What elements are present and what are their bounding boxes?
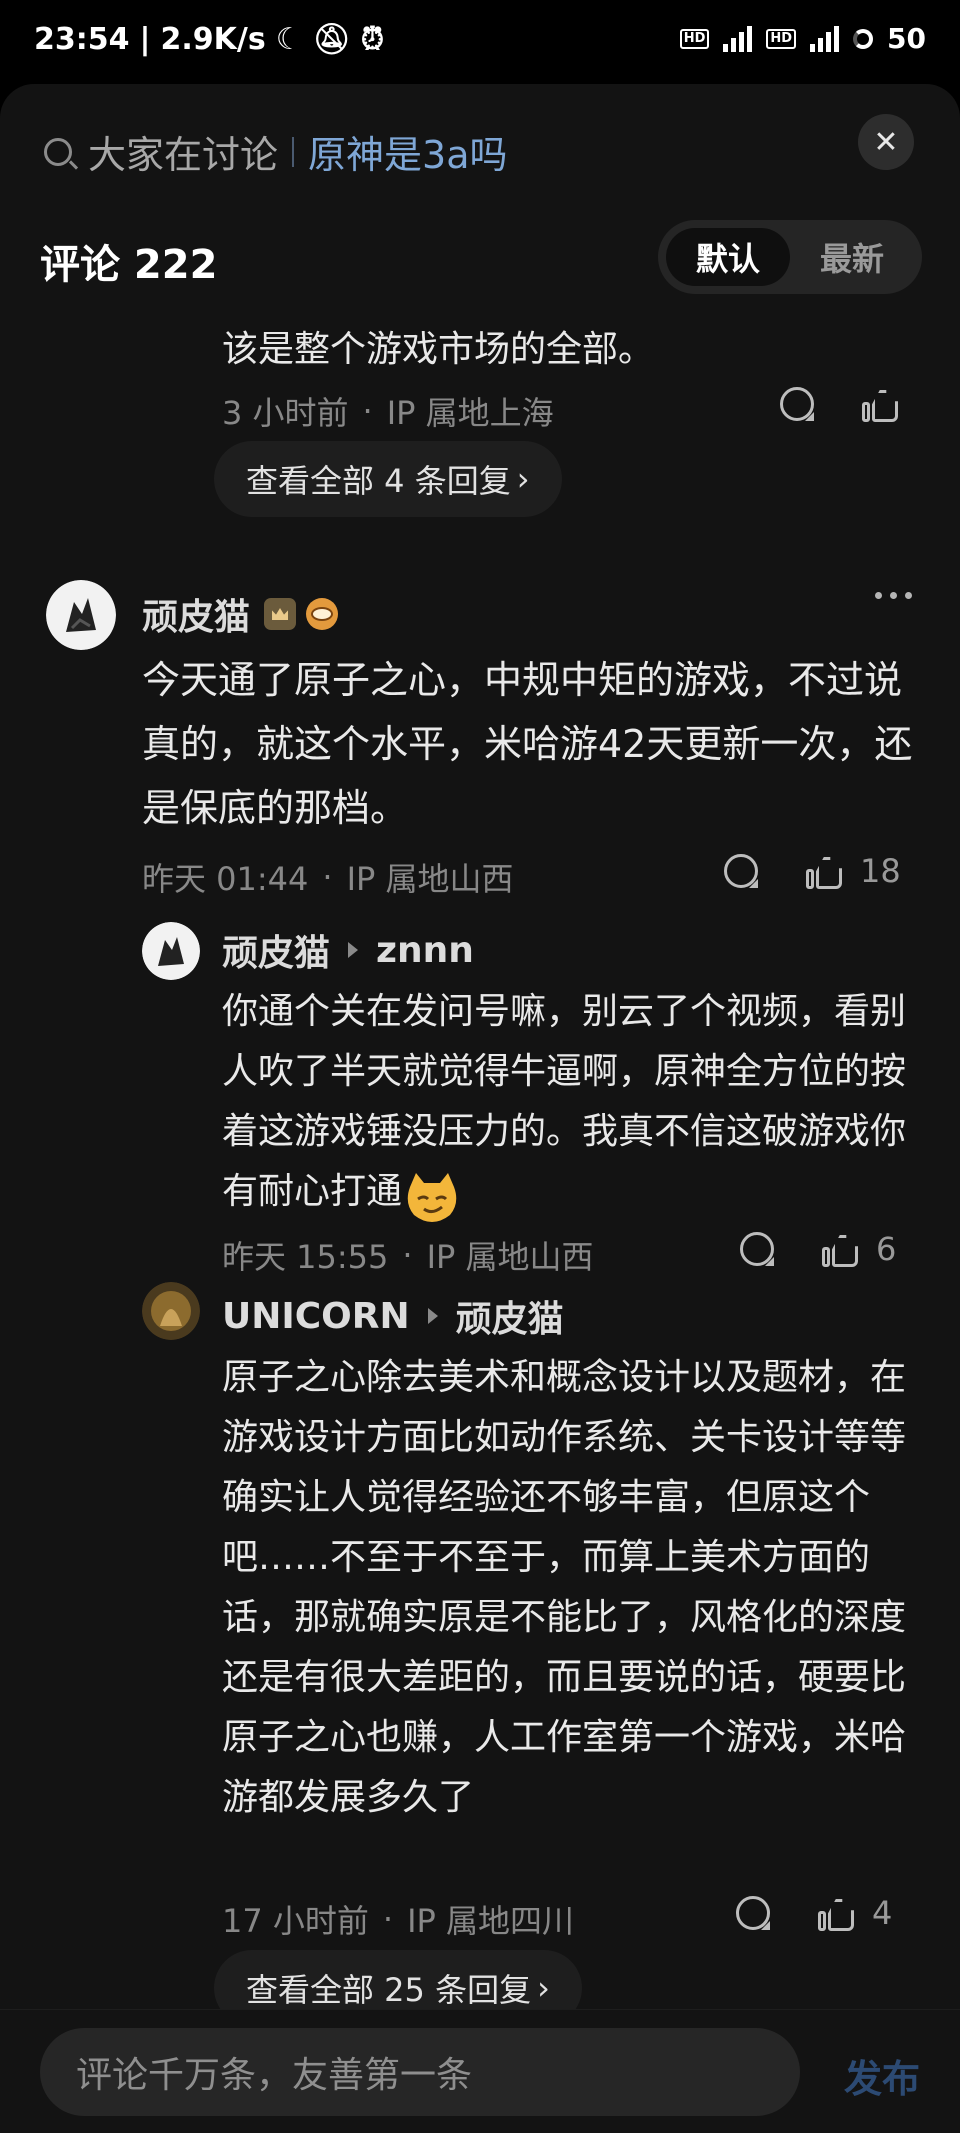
comment-time: 昨天 01:44 (142, 860, 309, 898)
discussion-search[interactable]: 大家在讨论 原神是3a吗 (44, 124, 507, 179)
sort-default-tab[interactable]: 默认 (666, 228, 790, 286)
comment-input-placeholder: 评论千万条，友善第一条 (76, 2055, 473, 2096)
comment-meta: 3 小时前 · IP 属地上海 (222, 388, 554, 434)
comment-text: 今天通了原子之心，中规中矩的游戏，不过说真的，就这个水平，米哈游42天更新一次，… (142, 658, 913, 830)
reply-icon[interactable] (736, 1896, 770, 1930)
author-name[interactable]: UNICORN (222, 1296, 410, 1337)
battery-level: 50 (887, 22, 926, 55)
reply-icon[interactable] (724, 854, 758, 888)
reply-ip: IP 属地四川 (407, 1902, 574, 1940)
reply-meta: 昨天 15:55 · IP 属地山西 (222, 1232, 594, 1278)
mute-icon: 🔕︎ (312, 22, 351, 57)
status-left: 23:54 | 2.9K/s ☾ 🔕︎ ⏰︎ (34, 22, 385, 57)
like-count: 6 (876, 1230, 897, 1268)
reply-text: 原子之心除去美术和概念设计以及题材，在游戏设计方面比如动作系统、关卡设计等等确实… (222, 1357, 907, 1818)
5g-signal-icon (723, 25, 753, 52)
reply-arrow-icon (348, 942, 359, 958)
5g-signal-icon (810, 25, 840, 52)
view-replies-label: 查看全部 4 条回复 (246, 462, 511, 500)
like-icon[interactable] (818, 1895, 854, 1931)
reply-ip: IP 属地山西 (426, 1238, 594, 1276)
reply-meta: 17 小时前 · IP 属地四川 (222, 1896, 574, 1942)
reply-time: 昨天 15:55 (222, 1238, 389, 1276)
reply-author: UNICORN 顽皮猫 (222, 1290, 564, 1342)
comment-author: 顽皮猫 (142, 588, 339, 640)
chevron-right-icon: › (516, 460, 530, 498)
avatar[interactable] (142, 922, 200, 980)
view-all-replies-button[interactable]: 查看全部 4 条回复 › (214, 441, 562, 517)
avatar[interactable] (142, 1282, 200, 1340)
author-name[interactable]: 顽皮猫 (142, 588, 250, 640)
reply-text: 你通个关在发问号嘛，别云了个视频，看别人吹了半天就觉得牛逼啊，原神全方位的按着这… (222, 991, 907, 1212)
eye-badge-icon (306, 598, 339, 630)
reply-to-name[interactable]: znnn (376, 930, 474, 971)
comment-meta: 昨天 01:44 · IP 属地山西 (142, 854, 514, 900)
reply-author: 顽皮猫 znnn (222, 924, 474, 976)
publish-button[interactable]: 发布 (844, 2048, 920, 2103)
network-speed: 2.9K/s (160, 22, 266, 57)
comment-actions: 18 (724, 852, 901, 890)
comment-time: 3 小时前 (222, 394, 349, 432)
more-options-icon[interactable] (875, 592, 912, 599)
sort-latest-tab[interactable]: 最新 (790, 228, 914, 286)
comment-ip: IP 属地山西 (346, 860, 514, 898)
like-icon[interactable] (862, 386, 898, 422)
sort-toggle: 默认 最新 (658, 220, 922, 294)
cat-smirk-emoji (404, 1172, 460, 1225)
hd-icon: HD (766, 28, 797, 49)
crown-badge-icon (264, 598, 297, 630)
search-topic-link[interactable]: 原神是3a吗 (308, 124, 507, 179)
reply-text-block: 你通个关在发问号嘛，别云了个视频，看别人吹了半天就觉得牛逼啊，原神全方位的按着这… (222, 982, 922, 1225)
alarm-icon: ⏰︎ (360, 22, 385, 57)
moon-icon: ☾ (275, 22, 303, 57)
reply-icon[interactable] (780, 387, 814, 421)
status-bar: 23:54 | 2.9K/s ☾ 🔕︎ ⏰︎ HD HD 50 (0, 0, 960, 84)
like-icon[interactable] (822, 1231, 858, 1267)
view-replies-label: 查看全部 25 条回复 (246, 1971, 532, 2009)
comments-count-title: 评论 222 (40, 242, 218, 288)
comment-actions (780, 386, 898, 422)
reply-to-name[interactable]: 顽皮猫 (456, 1290, 564, 1342)
close-icon: ✕ (873, 124, 899, 160)
reply-actions: 6 (740, 1230, 896, 1268)
like-count: 4 (872, 1894, 893, 1932)
chevron-right-icon: › (537, 1969, 550, 2007)
like-icon[interactable] (806, 853, 842, 889)
clock: 23:54 (34, 22, 130, 57)
like-count: 18 (860, 852, 901, 890)
battery-icon (853, 28, 874, 49)
search-icon (44, 137, 72, 166)
reply-arrow-icon (427, 1308, 438, 1324)
avatar[interactable] (46, 580, 116, 650)
reply-actions: 4 (736, 1894, 892, 1932)
divider (292, 136, 295, 167)
hd-icon: HD (679, 28, 710, 49)
close-button[interactable]: ✕ (858, 114, 914, 170)
comment-ip: IP 属地上海 (386, 394, 554, 432)
comment-input[interactable]: 评论千万条，友善第一条 (40, 2028, 800, 2116)
author-name[interactable]: 顽皮猫 (222, 924, 330, 976)
search-prefix: 大家在讨论 (88, 133, 279, 177)
status-right: HD HD 50 (679, 22, 926, 55)
comment-text: 该是整个游戏市场的全部。 (222, 329, 655, 370)
reply-time: 17 小时前 (222, 1902, 369, 1940)
reply-icon[interactable] (740, 1232, 774, 1266)
comment-sheet: 大家在讨论 原神是3a吗 ✕ 评论 222 默认 最新 该是整个游戏市场的全部。… (0, 84, 960, 2133)
comment-composer: 评论千万条，友善第一条 发布 (0, 2009, 960, 2133)
